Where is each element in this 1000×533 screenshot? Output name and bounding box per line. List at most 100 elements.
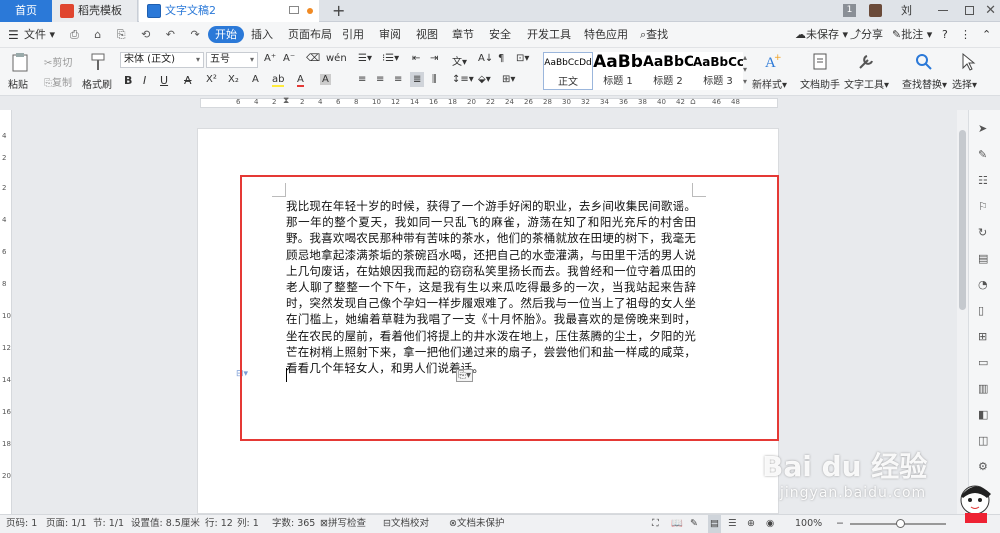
status-setting[interactable]: 设置值: 8.5厘米 <box>131 515 200 533</box>
menu-chapter[interactable]: 章节 <box>452 22 474 48</box>
shapes-icon[interactable]: ◔ <box>978 278 992 292</box>
font-name-select[interactable]: 宋体 (正文) ▾ <box>120 52 204 68</box>
eye-care-icon[interactable]: ◉ <box>766 515 774 533</box>
menu-security[interactable]: 安全 <box>489 22 511 48</box>
font-grow-icon[interactable]: A⁺ <box>264 53 276 64</box>
clipboard-pane-icon[interactable]: ▤ <box>978 252 992 266</box>
annotate-button[interactable]: ✎批注 ▾ <box>892 22 932 48</box>
fullscreen-icon[interactable]: ⛶ <box>652 515 659 533</box>
status-pages[interactable]: 页面: 1/1 <box>46 515 87 533</box>
numbering-icon[interactable]: ⁝☰▾ <box>382 53 399 64</box>
outline-view-icon[interactable]: ☰ <box>728 515 737 533</box>
more-icon[interactable]: ⋮ <box>960 22 971 48</box>
justify-icon[interactable]: ≣ <box>410 72 425 87</box>
right-indent-marker-icon[interactable]: ⌂ <box>690 97 696 107</box>
clear-format-icon[interactable]: ⌫ <box>306 53 320 64</box>
style-pane-icon[interactable]: ⚐ <box>978 200 992 214</box>
char-shading-icon[interactable]: A <box>320 74 331 85</box>
align-center-icon[interactable]: ≡ <box>376 74 384 85</box>
doc-proof-button[interactable]: ⊟文档校对 <box>383 515 429 533</box>
help-icon[interactable]: ? <box>942 22 948 48</box>
history-icon[interactable]: ↻ <box>978 226 992 240</box>
new-style-button[interactable]: A + 新样式▾ <box>752 52 792 92</box>
avatar[interactable] <box>869 4 882 17</box>
web-view-icon[interactable]: ⊕ <box>747 515 755 533</box>
indent-marker-icon[interactable]: ⧗ <box>283 96 289 106</box>
text-effect-icon[interactable]: A <box>252 74 259 85</box>
font-size-select[interactable]: 五号 ▾ <box>206 52 258 68</box>
status-page-no[interactable]: 页码: 1 <box>6 515 37 533</box>
subscript-icon[interactable]: X₂ <box>228 74 239 85</box>
pointer-icon[interactable]: ➤ <box>978 122 992 136</box>
zoom-out-icon[interactable]: − <box>836 515 844 533</box>
status-section[interactable]: 节: 1/1 <box>93 515 124 533</box>
distribute-icon[interactable]: ⫼ <box>432 74 437 85</box>
menu-view[interactable]: 视图 <box>416 22 438 48</box>
menu-start[interactable]: 开始 <box>208 26 244 43</box>
monitor-icon[interactable] <box>289 6 299 14</box>
shading-icon[interactable]: ⬙▾ <box>478 74 491 85</box>
settings-icon[interactable]: ⚙ <box>978 460 992 474</box>
hamburger-icon[interactable]: ☰ <box>8 22 19 48</box>
menu-search[interactable]: ⌕查找 <box>640 22 668 48</box>
show-hide-icon[interactable]: ⊡▾ <box>516 53 529 64</box>
italic-icon[interactable]: I <box>143 74 146 87</box>
gallery-scroll-icon[interactable]: ▴ ▾ ▾ <box>743 52 747 88</box>
find-replace-button[interactable]: 查找替换▾ <box>902 52 947 92</box>
cut-button[interactable]: ✂剪切 <box>44 54 72 69</box>
align-right-icon[interactable]: ≡ <box>394 74 402 85</box>
menu-developer[interactable]: 开发工具 <box>527 22 571 48</box>
tab-home[interactable]: 首页 <box>0 0 52 22</box>
menu-page-layout[interactable]: 页面布局 <box>288 22 332 48</box>
style-heading-2[interactable]: AaBbC 标题 2 <box>643 52 693 90</box>
tab-shell-template[interactable]: 稻壳模板 <box>52 0 138 22</box>
new-tab-button[interactable]: + <box>332 1 345 21</box>
unsaved-button[interactable]: ☁未保存 ▾ <box>795 22 848 48</box>
superscript-icon[interactable]: X² <box>206 74 217 85</box>
menu-special[interactable]: 特色应用 <box>584 22 628 48</box>
pinyin-icon[interactable]: wén <box>326 53 347 64</box>
highlight-icon[interactable]: ab <box>272 74 285 87</box>
bold-icon[interactable]: B <box>124 74 132 87</box>
show-marks-icon[interactable]: ¶ <box>498 53 504 64</box>
font-shrink-icon[interactable]: A⁻ <box>283 53 295 64</box>
font-color-icon[interactable]: A <box>297 74 304 87</box>
scrollbar-thumb[interactable] <box>959 130 966 310</box>
edit-mode-icon[interactable]: ✎ <box>690 515 698 533</box>
status-col[interactable]: 列: 1 <box>237 515 259 533</box>
copy-button[interactable]: ⎘复制 <box>44 74 72 89</box>
strikethrough-icon[interactable]: A <box>184 74 192 87</box>
select-button[interactable]: 选择▾ <box>950 52 996 92</box>
page-count-badge[interactable]: 1 <box>843 4 856 17</box>
zoom-slider-thumb[interactable] <box>896 519 905 528</box>
doc-protect-button[interactable]: ⊗文档未保护 <box>449 515 504 533</box>
align-left-icon[interactable]: ≡ <box>358 74 366 85</box>
paste-button[interactable]: 粘贴 <box>6 52 34 92</box>
menu-review[interactable]: 审阅 <box>379 22 401 48</box>
collapse-icon[interactable]: ◫ <box>978 434 992 448</box>
menu-insert[interactable]: 插入 <box>251 22 273 48</box>
bullets-icon[interactable]: ☰▾ <box>358 53 372 64</box>
page-view-icon[interactable]: ▤ <box>708 515 721 533</box>
style-heading-3[interactable]: AaBbCc 标题 3 <box>693 52 743 90</box>
table-icon[interactable]: ⊞ <box>978 330 992 344</box>
menu-file[interactable]: 文件 ▾ <box>24 22 55 48</box>
text-tools-button[interactable]: 文字工具▾ <box>844 52 889 92</box>
pen-icon[interactable]: ✎ <box>978 148 992 162</box>
decrease-indent-icon[interactable]: ⇤ <box>412 53 420 64</box>
underline-icon[interactable]: U <box>160 74 168 87</box>
spell-check-button[interactable]: ⊠拼写检查 <box>320 515 366 533</box>
mobile-icon[interactable]: ▯ <box>978 304 992 318</box>
status-word-count[interactable]: 字数: 365 <box>272 515 315 533</box>
collapse-ribbon-icon[interactable]: ⌃ <box>982 22 991 48</box>
menu-reference[interactable]: 引用 <box>342 22 364 48</box>
chart-icon[interactable]: ▥ <box>978 382 992 396</box>
style-normal[interactable]: AaBbCcDd 正文 <box>543 52 593 90</box>
chinese-layout-icon[interactable]: 文▾ <box>452 53 467 68</box>
doc-assistant-button[interactable]: 文档助手 <box>800 52 840 92</box>
comment-icon[interactable]: ▭ <box>978 356 992 370</box>
line-spacing-icon[interactable]: ↕≡▾ <box>452 74 474 85</box>
restore-icon[interactable] <box>965 6 974 15</box>
horizontal-ruler[interactable]: 6 4 2 2 4 6 8 10 12 14 16 18 20 22 24 26 28 30 32 34 36 38 40 4… <box>0 96 1000 110</box>
tab-document[interactable]: 文字文稿2 <box>139 0 319 22</box>
